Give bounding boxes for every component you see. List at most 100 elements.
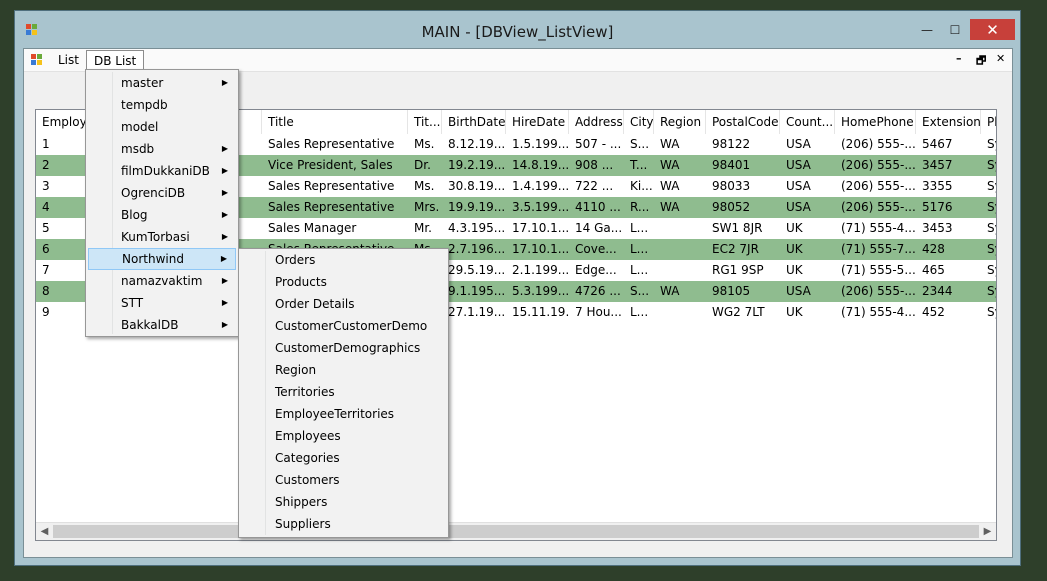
horizontal-scrollbar[interactable]: ◀ ▶ <box>36 522 996 540</box>
table-cell: RG1 9SP <box>712 263 764 277</box>
table-cell: 14.8.19... <box>512 158 569 172</box>
submenu-item[interactable]: Products <box>241 271 446 293</box>
table-cell: L... <box>630 242 649 256</box>
title-bar[interactable]: MAIN - [DBView_ListView] — ☐ ✕ <box>15 11 1020 51</box>
column-header[interactable]: HireDate <box>506 110 569 134</box>
table-cell <box>654 302 706 323</box>
menu-item-ogrencidb[interactable]: OgrenciDB ▶ <box>88 182 236 204</box>
mdi-restore-button[interactable]: 🗗 <box>976 52 986 71</box>
menu-item-northwind[interactable]: Northwind ▶ <box>88 248 236 270</box>
window-title: MAIN - [DBView_ListView] <box>421 23 614 41</box>
northwind-submenu: Orders Products Order Details CustomerCusto… <box>238 248 449 538</box>
table-cell: 2.7.196... <box>448 242 506 256</box>
submenu-item[interactable]: Employees <box>241 425 446 447</box>
menu-item-label: OgrenciDB <box>121 186 186 200</box>
table-cell: 428 <box>922 242 945 256</box>
table-cell: 98033 <box>712 179 751 193</box>
column-header[interactable]: PostalCode <box>706 110 780 134</box>
table-cell: Sy <box>987 200 996 214</box>
table-cell: 98122 <box>712 137 751 151</box>
table-cell: 98105 <box>712 284 751 298</box>
scroll-right-icon[interactable]: ▶ <box>979 523 996 540</box>
child-window-icon[interactable] <box>30 53 44 67</box>
table-cell: 15.11.19... <box>512 305 569 319</box>
menu-item-blog[interactable]: Blog ▶ <box>88 204 236 226</box>
menu-item-filmdukkanidb[interactable]: filmDukkaniDB ▶ <box>88 160 236 182</box>
table-cell: L... <box>630 221 649 235</box>
table-cell: 2344 <box>922 284 953 298</box>
column-header[interactable]: Region <box>654 110 706 134</box>
table-cell: Sales Representative <box>268 179 395 193</box>
column-header[interactable]: HomePhone <box>835 110 916 134</box>
table-cell: 3.5.199... <box>512 200 569 214</box>
table-cell: (71) 555-4... <box>841 221 916 235</box>
table-cell: 98052 <box>712 200 751 214</box>
table-cell: Ms. <box>414 179 435 193</box>
menu-item-stt[interactable]: STT ▶ <box>88 292 236 314</box>
table-cell: USA <box>786 158 811 172</box>
submenu-item[interactable]: Territories <box>241 381 446 403</box>
table-cell: EC2 7JR <box>712 242 759 256</box>
submenu-item[interactable]: Shippers <box>241 491 446 513</box>
table-cell: 27.1.19... <box>448 305 506 319</box>
menu-item-namazvaktim[interactable]: namazvaktim ▶ <box>88 270 236 292</box>
menu-item-kumtorbasi[interactable]: KumTorbasi ▶ <box>88 226 236 248</box>
table-cell: R... <box>630 200 650 214</box>
column-header[interactable]: Ph <box>981 110 996 134</box>
chevron-right-icon: ▶ <box>220 254 227 263</box>
maximize-button[interactable]: ☐ <box>941 19 969 40</box>
scroll-left-icon[interactable]: ◀ <box>36 523 53 540</box>
column-header[interactable]: Tit... <box>408 110 442 134</box>
submenu-item[interactable]: Categories <box>241 447 446 469</box>
table-cell: Mr. <box>414 221 432 235</box>
table-cell: 465 <box>922 263 945 277</box>
table-cell: (206) 555-... <box>841 179 916 193</box>
submenu-item[interactable]: CustomerCustomerDemo <box>241 315 446 337</box>
table-cell: (206) 555-... <box>841 284 916 298</box>
close-button[interactable]: ✕ <box>970 19 1015 40</box>
submenu-item[interactable]: Suppliers <box>241 513 446 535</box>
chevron-right-icon: ▶ <box>221 232 228 241</box>
column-header[interactable]: City <box>624 110 654 134</box>
submenu-item[interactable]: Orders <box>241 249 446 271</box>
menu-item-label: Blog <box>121 208 148 222</box>
menu-item-master[interactable]: master ▶ <box>88 72 236 94</box>
table-cell: UK <box>786 221 803 235</box>
menu-item-model[interactable]: model <box>88 116 236 138</box>
column-header[interactable]: BirthDate <box>442 110 506 134</box>
table-cell: 4110 ... <box>575 200 621 214</box>
menu-list[interactable]: List <box>51 50 86 70</box>
table-cell: 5467 <box>922 137 953 151</box>
menu-item-tempdb[interactable]: tempdb <box>88 94 236 116</box>
minimize-button[interactable]: — <box>913 19 941 40</box>
mdi-minimize-button[interactable]: – <box>956 52 962 65</box>
table-cell: Sy <box>987 263 996 277</box>
table-cell: 3453 <box>922 221 953 235</box>
menu-item-label: Northwind <box>122 252 184 266</box>
submenu-item[interactable]: Region <box>241 359 446 381</box>
column-header[interactable]: Extension <box>916 110 981 134</box>
menu-item-label: STT <box>121 296 144 310</box>
submenu-item[interactable]: EmployeeTerritories <box>241 403 446 425</box>
table-cell: S... <box>630 137 650 151</box>
menu-item-msdb[interactable]: msdb ▶ <box>88 138 236 160</box>
scrollbar-thumb[interactable] <box>53 525 979 538</box>
table-cell: Cove... <box>575 242 617 256</box>
db-list-dropdown: master ▶ tempdb model msdb ▶ filmDukkaniDB ▶ Ogr… <box>85 69 239 337</box>
table-cell: 17.10.1... <box>512 242 569 256</box>
table-cell: UK <box>786 263 803 277</box>
table-cell: Sy <box>987 305 996 319</box>
table-cell: Sy <box>987 242 996 256</box>
column-header[interactable]: Title <box>262 110 408 134</box>
table-cell: Sales Representative <box>268 200 395 214</box>
table-cell: USA <box>786 284 811 298</box>
table-cell: 30.8.19... <box>448 179 506 193</box>
menu-item-bakkaldb[interactable]: BakkalDB ▶ <box>88 314 236 336</box>
mdi-close-button[interactable]: ✕ <box>996 52 1005 65</box>
submenu-item[interactable]: Order Details <box>241 293 446 315</box>
column-header[interactable]: Count... <box>780 110 835 134</box>
column-header[interactable]: Address <box>569 110 624 134</box>
submenu-item[interactable]: Customers <box>241 469 446 491</box>
table-cell: Sy <box>987 179 996 193</box>
submenu-item[interactable]: CustomerDemographics <box>241 337 446 359</box>
